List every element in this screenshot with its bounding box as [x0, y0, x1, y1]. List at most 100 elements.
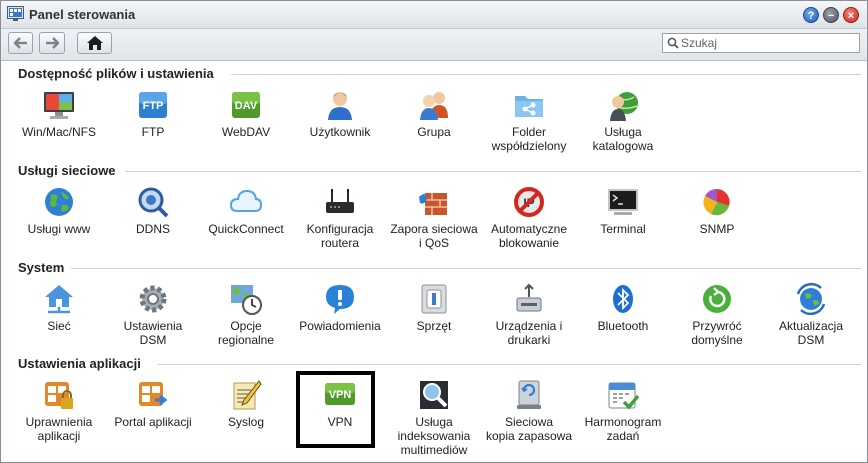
app-portal-icon	[139, 382, 168, 406]
item-quickconnect[interactable]: QuickConnect	[201, 185, 291, 236]
item-label: VPN	[327, 415, 353, 429]
item-restore-defaults[interactable]: Przywróć domyślne	[672, 282, 762, 347]
search-input[interactable]	[681, 36, 857, 50]
ftp-icon: FTP	[139, 92, 167, 118]
item-regional-options[interactable]: Opcje regionalne	[201, 282, 291, 347]
item-label: Powiadomienia	[299, 319, 381, 333]
item-dsm-settings[interactable]: Ustawienia DSM	[108, 282, 198, 347]
user-icon	[328, 92, 352, 120]
item-label: Automatyczne blokowanie	[490, 222, 568, 250]
item-dsm-update[interactable]: Aktualizacja DSM	[766, 282, 856, 347]
control-panel-window: Panel sterowania ? − × Dostępność plików…	[0, 0, 868, 463]
vpn-icon-text: VPN	[329, 389, 352, 401]
item-network[interactable]: Sieć	[14, 282, 104, 333]
ddns-icon	[138, 187, 169, 218]
item-vpn[interactable]: VPN VPN	[295, 371, 385, 448]
restore-defaults-icon	[703, 285, 731, 313]
item-bluetooth[interactable]: Bluetooth	[578, 282, 668, 333]
item-label: Portal aplikacji	[114, 415, 192, 429]
close-icon: ×	[847, 10, 855, 22]
shared-folder-icon	[515, 96, 543, 117]
item-label: Urządzenia i drukarki	[495, 319, 563, 347]
vpn-icon: VPN	[325, 383, 355, 405]
task-scheduler-icon	[608, 382, 640, 410]
item-network-backup[interactable]: Sieciowa kopia zapasowa	[484, 378, 574, 443]
item-webdav[interactable]: DAV WebDAV	[201, 88, 291, 139]
back-button[interactable]	[8, 32, 33, 54]
item-ftp[interactable]: FTP FTP	[108, 88, 198, 139]
item-label: Bluetooth	[597, 319, 649, 333]
section-title: System	[18, 260, 69, 275]
item-group[interactable]: Grupa	[389, 88, 479, 139]
item-label: WebDAV	[221, 125, 271, 139]
item-web-services[interactable]: Usługi www	[14, 185, 104, 236]
item-app-portal[interactable]: Portal aplikacji	[108, 378, 198, 429]
item-terminal[interactable]: Terminal	[578, 185, 668, 236]
item-label: Grupa	[417, 125, 451, 139]
directory-service-icon	[610, 92, 638, 121]
item-label: Sprzęt	[416, 319, 452, 333]
app-privileges-icon	[45, 382, 73, 409]
webdav-icon: DAV	[232, 92, 260, 118]
item-app-privileges[interactable]: Uprawnienia aplikacji	[14, 378, 104, 443]
item-label: Terminal	[600, 222, 646, 236]
home-icon	[86, 36, 103, 50]
title-bar[interactable]: Panel sterowania ? − ×	[1, 1, 867, 29]
search-icon	[667, 37, 679, 49]
item-label: Usługa indeksowania multimediów	[397, 415, 471, 457]
item-label: Konfiguracja routera	[306, 222, 374, 250]
media-indexing-icon	[420, 381, 448, 409]
notification-icon	[326, 285, 354, 314]
auto-block-icon: IP	[514, 187, 544, 217]
forward-button[interactable]	[39, 32, 65, 54]
close-button[interactable]: ×	[843, 7, 859, 23]
item-label: Użytkownik	[309, 125, 371, 139]
section-title: Usługi sieciowe	[18, 163, 120, 178]
network-icon	[45, 285, 73, 314]
section-title: Ustawienia aplikacji	[18, 356, 145, 371]
ftp-icon-text: FTP	[143, 100, 164, 112]
arrow-right-icon	[46, 37, 59, 49]
item-label: QuickConnect	[208, 222, 284, 236]
item-media-indexing[interactable]: Usługa indeksowania multimediów	[389, 378, 479, 457]
group-icon	[420, 92, 448, 120]
item-ddns[interactable]: DDNS	[108, 185, 198, 236]
section-divider	[231, 74, 861, 75]
item-notifications[interactable]: Powiadomienia	[295, 282, 385, 333]
item-label: Aktualizacja DSM	[778, 319, 844, 347]
question-mark-icon: ?	[807, 10, 815, 22]
item-label: Usługa katalogowa	[592, 125, 654, 153]
item-label: SNMP	[699, 222, 735, 236]
item-router[interactable]: Konfiguracja routera	[295, 185, 385, 250]
router-icon	[326, 189, 354, 213]
firewall-icon	[419, 193, 447, 215]
section-divider	[125, 171, 861, 172]
item-win-mac-nfs[interactable]: Win/Mac/NFS	[14, 88, 104, 139]
section-divider	[71, 268, 861, 269]
minimize-button[interactable]: −	[823, 7, 839, 23]
item-shared-folder[interactable]: Folder współdzielony	[484, 88, 574, 153]
syslog-icon	[233, 380, 262, 410]
item-firewall[interactable]: Zapora sieciowa i QoS	[389, 185, 479, 250]
terminal-icon	[608, 189, 638, 215]
item-auto-block[interactable]: IP Automatyczneblokowanie	[484, 185, 574, 250]
item-label: Uprawnienia aplikacji	[25, 415, 93, 443]
item-task-scheduler[interactable]: Harmonogram zadań	[578, 378, 668, 443]
item-syslog[interactable]: Syslog	[201, 378, 291, 429]
item-devices-printers[interactable]: Urządzenia i drukarki	[484, 282, 574, 347]
home-button[interactable]	[77, 32, 112, 54]
item-directory-service[interactable]: Usługa katalogowa	[578, 88, 668, 153]
dsm-update-icon	[796, 282, 826, 316]
item-label: Przywróć domyślne	[691, 319, 743, 347]
item-user[interactable]: Użytkownik	[295, 88, 385, 139]
help-button[interactable]: ?	[803, 7, 819, 23]
item-hardware[interactable]: Sprzęt	[389, 282, 479, 333]
search-box[interactable]	[662, 33, 860, 53]
control-panel-app-icon	[7, 6, 24, 21]
item-snmp[interactable]: SNMP	[672, 185, 762, 236]
control-panel-content: Dostępność plików i ustawienia Win/Mac/N…	[1, 62, 867, 462]
bluetooth-icon	[613, 285, 633, 313]
win-mac-nfs-icon	[44, 92, 74, 119]
web-services-icon	[45, 188, 73, 216]
section-title: Dostępność plików i ustawienia	[18, 66, 218, 81]
